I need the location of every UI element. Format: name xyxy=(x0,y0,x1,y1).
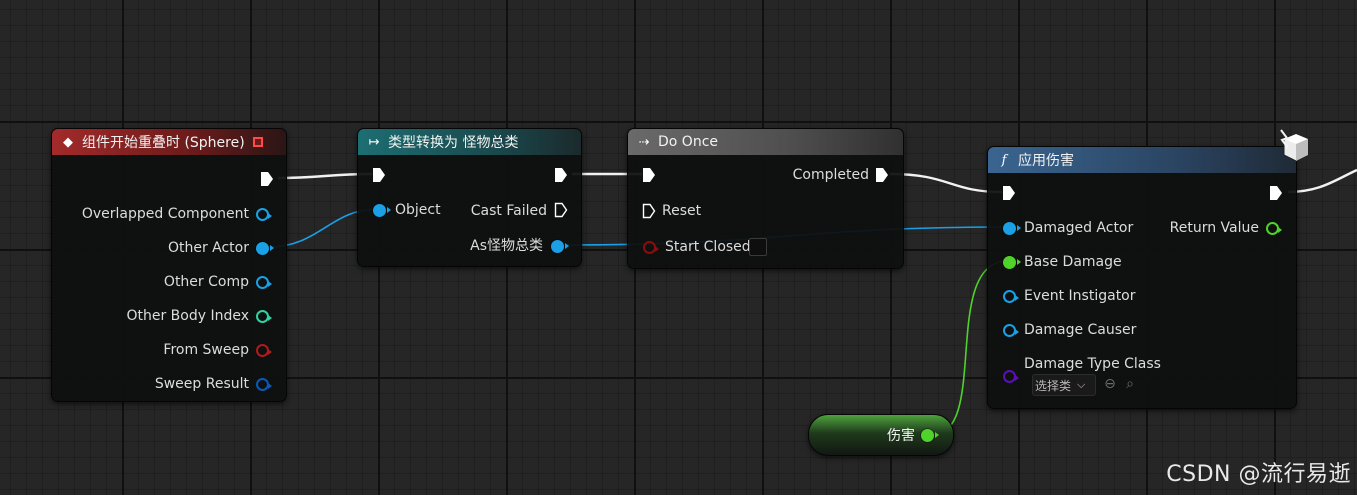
event-instigator-label: Event Instigator xyxy=(1024,288,1136,304)
cast-object-pin[interactable] xyxy=(373,204,391,217)
latent-function-icon xyxy=(1278,128,1314,162)
overlap-event-title: 组件开始重叠时 (Sphere) xyxy=(82,135,245,151)
damaged-actor-label: Damaged Actor xyxy=(1024,220,1134,236)
chevron-down-icon: ⌵ xyxy=(1077,378,1086,391)
other-body-index-pin[interactable] xyxy=(256,310,272,323)
base-damage-pin[interactable] xyxy=(1003,256,1021,269)
pin-label-other-comp: Other Comp xyxy=(163,274,249,290)
event-diamond-icon: ◆ xyxy=(63,134,73,150)
damage-variable-node[interactable]: 伤害 xyxy=(808,414,954,456)
function-icon: f xyxy=(1001,152,1007,168)
pin-label-sweep-result: Sweep Result xyxy=(154,376,249,392)
sweep-result-pin[interactable] xyxy=(256,378,272,391)
damage-causer-pin[interactable] xyxy=(1003,324,1019,337)
cast-node-title: 类型转换为 怪物总类 xyxy=(388,135,519,151)
other-comp-pin[interactable] xyxy=(256,276,272,289)
pin-label-other-body-index: Other Body Index xyxy=(126,308,249,324)
cast-object-label: Object xyxy=(395,202,441,218)
flow-control-icon: ⇢ xyxy=(638,134,650,150)
start-closed-checkbox[interactable] xyxy=(749,238,767,256)
pin-label-overlapped-component: Overlapped Component xyxy=(81,206,249,222)
cast-node-header[interactable]: ↦ 类型转换为 怪物总类 xyxy=(358,129,581,155)
overlapped-component-pin[interactable] xyxy=(256,208,272,221)
do-once-exec-in-pin[interactable] xyxy=(642,167,656,183)
cast-failed-exec-pin[interactable] xyxy=(554,202,568,218)
cast-as-pin[interactable] xyxy=(551,240,569,253)
damage-type-class-label: Damage Type Class xyxy=(1024,356,1161,372)
cast-failed-label: Cast Failed xyxy=(470,203,547,219)
exec-wire-apply-out xyxy=(1287,168,1357,194)
do-once-completed-pin[interactable] xyxy=(875,167,889,183)
apply-damage-exec-in-pin[interactable] xyxy=(1002,185,1016,201)
pin-label-other-actor: Other Actor xyxy=(167,240,249,256)
use-selected-asset-icon[interactable]: ⊖ xyxy=(1102,376,1118,392)
do-once-reset-label: Reset xyxy=(662,203,702,219)
cast-node[interactable]: ↦ 类型转换为 怪物总类 Object Cast Failed As怪物总类 xyxy=(357,128,582,267)
start-closed-pin[interactable] xyxy=(643,241,659,254)
event-delegate-icon[interactable] xyxy=(252,137,263,147)
overlap-event-node[interactable]: ◆ 组件开始重叠时 (Sphere) Overlapped Component … xyxy=(51,128,287,402)
do-once-completed-label: Completed xyxy=(792,167,869,183)
event-instigator-pin[interactable] xyxy=(1003,290,1019,303)
do-once-header[interactable]: ⇢ Do Once xyxy=(628,129,903,155)
cast-arrow-icon: ↦ xyxy=(368,134,380,150)
csdn-watermark: CSDN @流行易逝 xyxy=(1166,462,1351,487)
apply-damage-exec-out-pin[interactable] xyxy=(1269,185,1283,201)
damage-type-class-select[interactable]: 选择类 ⌵ xyxy=(1032,374,1096,396)
damage-variable-out-pin[interactable] xyxy=(921,429,939,442)
base-damage-label: Base Damage xyxy=(1024,254,1122,270)
damaged-actor-pin[interactable] xyxy=(1003,222,1021,235)
overlap-exec-out-pin[interactable] xyxy=(260,171,274,187)
start-closed-label: Start Closed xyxy=(665,239,751,255)
cast-as-label: As怪物总类 xyxy=(470,238,543,254)
from-sweep-pin[interactable] xyxy=(256,344,272,357)
apply-damage-title: 应用伤害 xyxy=(1018,153,1074,169)
overlap-event-header[interactable]: ◆ 组件开始重叠时 (Sphere) xyxy=(52,129,286,155)
pin-label-from-sweep: From Sweep xyxy=(163,342,249,358)
do-once-title: Do Once xyxy=(658,134,718,150)
return-value-label: Return Value xyxy=(1169,220,1259,236)
cast-exec-in-pin[interactable] xyxy=(372,167,386,183)
damage-causer-label: Damage Causer xyxy=(1024,322,1137,338)
damage-variable-label: 伤害 xyxy=(887,428,915,444)
do-once-node[interactable]: ⇢ Do Once Completed Reset Start Closed xyxy=(627,128,904,269)
apply-damage-header[interactable]: f 应用伤害 xyxy=(988,147,1296,173)
cast-exec-out-pin[interactable] xyxy=(554,167,568,183)
do-once-reset-pin[interactable] xyxy=(642,203,656,219)
other-actor-pin[interactable] xyxy=(256,242,274,255)
browse-search-icon[interactable]: ⌕ xyxy=(1122,376,1138,392)
damage-type-class-pin[interactable] xyxy=(1003,370,1019,383)
apply-damage-node[interactable]: f 应用伤害 Damaged Actor Return Value Base D… xyxy=(987,146,1297,409)
class-select-value: 选择类 xyxy=(1035,378,1072,393)
return-value-pin[interactable] xyxy=(1266,222,1282,235)
exec-wire-doonce-apply xyxy=(889,172,1003,194)
